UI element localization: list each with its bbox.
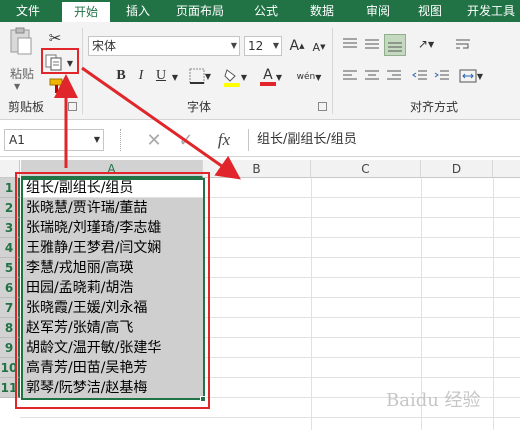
annotation-arrow-right <box>81 66 241 180</box>
watermark: Baidu 经验 <box>386 390 481 411</box>
annotation-arrows <box>54 66 241 180</box>
